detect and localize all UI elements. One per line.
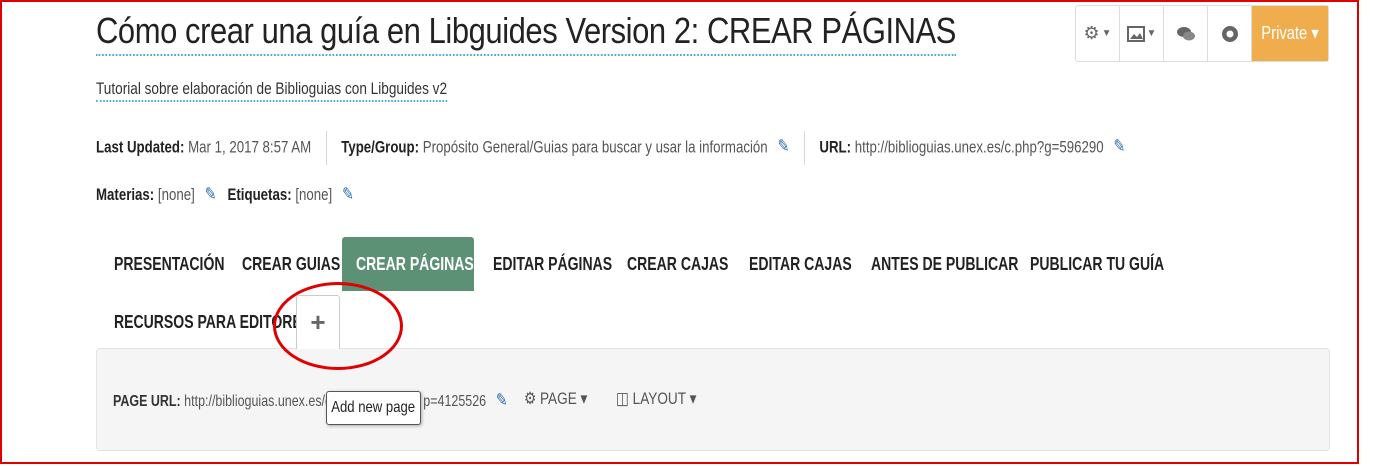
page-url-label: PAGE URL:: [113, 393, 181, 410]
private-button[interactable]: Private ▾: [1252, 6, 1328, 61]
gear-icon[interactable]: ⚙ ▼: [1076, 6, 1120, 61]
edit-etiquetas-pencil-icon[interactable]: ✎: [342, 184, 354, 205]
page-url: PAGE URL: http://biblioguias.unex.es/c p=…: [113, 390, 508, 411]
page-tabs: PRESENTACIÓN CREAR GUIAS CREAR PÁGINAS E…: [96, 237, 1330, 291]
tab-editar-paginas[interactable]: EDITAR PÁGINAS: [493, 237, 646, 291]
add-page-tooltip: Add new page: [326, 391, 421, 425]
tab-presentacion[interactable]: PRESENTACIÓN: [114, 237, 256, 291]
gears-icon: ⚙: [524, 389, 537, 408]
last-updated-value: Mar 1, 2017 8:57 AM: [188, 137, 312, 157]
divider: [325, 131, 327, 165]
guide-toolbar: ⚙ ▼ ▼ Private ▾: [1075, 5, 1329, 62]
materias-value: [none]: [157, 185, 195, 204]
edit-url-pencil-icon[interactable]: ✎: [1114, 136, 1126, 157]
page-menu[interactable]: ⚙ PAGE ▾: [524, 389, 587, 409]
tab-editar-cajas[interactable]: EDITAR CAJAS: [749, 237, 881, 291]
guide-meta-tags-row: Materias: [none] ✎ Etiquetas: [none] ✎: [96, 184, 354, 205]
comments-icon[interactable]: [1164, 6, 1208, 61]
image-icon[interactable]: ▼: [1120, 6, 1164, 61]
tab-crear-paginas[interactable]: CREAR PÁGINAS: [342, 237, 474, 291]
tab-crear-cajas[interactable]: CREAR CAJAS: [627, 237, 757, 291]
materias-label: Materias:: [96, 185, 155, 204]
columns-icon: ◫: [616, 389, 629, 408]
annotation-circle: [273, 282, 403, 370]
divider: [803, 131, 805, 165]
guide-meta-row: Last Updated: Mar 1, 2017 8:57 AM Type/G…: [96, 131, 1125, 165]
page-url-prefix: http://biblioguias.unex.es/c: [184, 393, 332, 410]
guide-subtitle[interactable]: Tutorial sobre elaboración de Biblioguia…: [96, 79, 448, 102]
eye-icon[interactable]: [1208, 6, 1252, 61]
edit-type-pencil-icon[interactable]: ✎: [778, 136, 790, 157]
edit-materias-pencil-icon[interactable]: ✎: [205, 184, 217, 205]
type-label: Type/Group:: [341, 137, 420, 157]
page-url-suffix: p=4125526: [423, 393, 487, 410]
guide-title[interactable]: Cómo crear una guía en Libguides Version…: [96, 10, 956, 56]
etiquetas-label: Etiquetas:: [227, 185, 292, 204]
url-label: URL:: [819, 137, 852, 157]
last-updated-label: Last Updated:: [96, 137, 185, 157]
type-value: Propósito General/Guias para buscar y us…: [422, 137, 768, 157]
edit-page-url-pencil-icon[interactable]: ✎: [496, 390, 508, 411]
etiquetas-value: [none]: [295, 185, 333, 204]
url-value: http://biblioguias.unex.es/c.php?g=59629…: [854, 137, 1104, 157]
layout-menu[interactable]: ◫ LAYOUT ▾: [616, 389, 696, 409]
tab-publicar-tu-guia[interactable]: PUBLICAR TU GUÍA: [1030, 237, 1202, 291]
